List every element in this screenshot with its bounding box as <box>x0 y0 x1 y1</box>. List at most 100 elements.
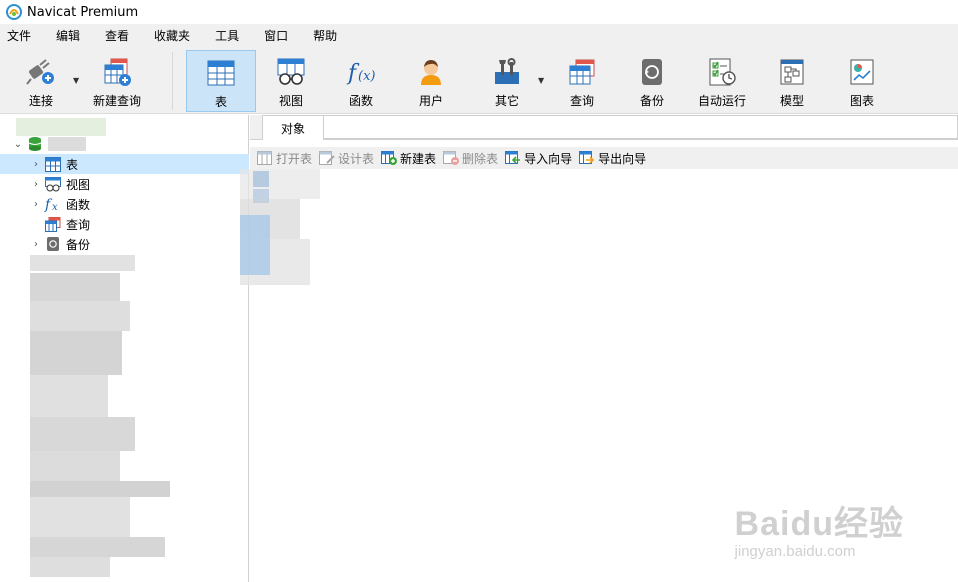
query-icon <box>44 216 62 232</box>
navicat-logo-icon <box>6 4 22 20</box>
tree-database-node[interactable]: ⌄ <box>0 134 249 154</box>
blurred-region <box>30 497 130 537</box>
export-wizard-label: 导出向导 <box>598 151 647 166</box>
tree-label-functions: 函数 <box>66 197 91 212</box>
delete-table-button[interactable]: 删除表 <box>443 150 498 167</box>
database-icon <box>26 136 44 152</box>
blurred-region <box>240 215 270 275</box>
design-table-button[interactable]: 设计表 <box>319 150 374 167</box>
user-icon <box>416 56 446 88</box>
chevron-down-icon[interactable]: ⌄ <box>12 139 24 150</box>
tree-item-backups[interactable]: › 备份 <box>0 234 249 254</box>
user-button[interactable]: 用户 <box>402 50 460 112</box>
new-table-label: 新建表 <box>400 151 437 166</box>
schedule-icon <box>707 56 737 88</box>
navigation-pane: ⌄ › 表 › 视图 › f x 函数 查询 › 备份 <box>0 115 249 582</box>
menu-help[interactable]: 帮助 <box>306 24 344 48</box>
toolbar-label-chart: 图表 <box>849 94 874 108</box>
tree-item-functions[interactable]: › f x 函数 <box>0 194 249 214</box>
chevron-right-icon[interactable]: › <box>30 159 42 170</box>
tab-bar: 对象 <box>250 115 958 140</box>
delete-table-label: 删除表 <box>462 151 499 166</box>
view-button[interactable]: 视图 <box>262 50 320 112</box>
toolbar-label-connect: 连接 <box>28 94 53 108</box>
toolbar-label-schedule: 自动运行 <box>697 94 746 108</box>
main-toolbar: 连接 ▼ 新建查询 表 视图 f (x) 函数 用户 其它 ▼ 查询 备份 自动… <box>0 48 958 114</box>
query-icon <box>567 56 597 88</box>
blurred-region <box>30 375 108 417</box>
chevron-right-icon[interactable]: › <box>30 179 42 190</box>
open-table-label: 打开表 <box>276 151 313 166</box>
menu-window[interactable]: 窗口 <box>257 24 295 48</box>
export-wizard-button[interactable]: 导出向导 <box>579 150 646 167</box>
watermark-main: Baidu经验 <box>734 505 904 543</box>
tree-label-tables: 表 <box>66 157 79 172</box>
table-button[interactable]: 表 <box>186 50 256 112</box>
model-icon <box>777 56 807 88</box>
connect-dropdown-icon[interactable]: ▼ <box>73 76 79 85</box>
watermark-sub: jingyan.baidu.com <box>734 543 856 560</box>
toolbar-label-query: 查询 <box>569 94 594 108</box>
toolbar-label-backup: 备份 <box>639 94 664 108</box>
tree-item-tables[interactable]: › 表 <box>0 154 249 174</box>
other-button[interactable]: 其它 <box>478 50 536 112</box>
plug-icon <box>26 56 56 88</box>
blurred-region <box>30 537 165 557</box>
menu-favorites[interactable]: 收藏夹 <box>147 24 197 48</box>
new-table-button[interactable]: 新建表 <box>381 150 436 167</box>
export-icon <box>579 151 595 164</box>
svg-text:(x): (x) <box>358 69 375 84</box>
model-button[interactable]: 模型 <box>763 50 821 112</box>
toolbar-label-table: 表 <box>214 95 227 109</box>
blurred-region <box>30 273 120 301</box>
tree-label-queries: 查询 <box>66 217 91 232</box>
toolbar-label-other: 其它 <box>494 94 519 108</box>
menu-bar: 文件 编辑 查看 收藏夹 工具 窗口 帮助 <box>0 24 958 48</box>
blurred-region <box>30 451 120 481</box>
object-toolbar: 打开表 设计表 新建表 删除表 导入向导 导出向导 <box>250 147 958 169</box>
menu-tools[interactable]: 工具 <box>208 24 246 48</box>
toolbar-label-model: 模型 <box>779 94 804 108</box>
view-icon <box>276 56 306 88</box>
toolbar-label-user: 用户 <box>418 94 443 108</box>
menu-file[interactable]: 文件 <box>0 24 38 48</box>
function-icon: f x <box>44 196 62 212</box>
function-button[interactable]: f (x) 函数 <box>332 50 390 112</box>
backup-icon <box>637 56 667 88</box>
menu-edit[interactable]: 编辑 <box>49 24 87 48</box>
tree-item-queries[interactable]: › 查询 <box>0 214 249 234</box>
connect-button[interactable]: 连接 <box>12 50 70 112</box>
blurred-region <box>30 481 170 497</box>
other-dropdown-icon[interactable]: ▼ <box>538 76 544 85</box>
chart-icon <box>847 56 877 88</box>
import-wizard-label: 导入向导 <box>524 151 573 166</box>
blurred-region <box>30 331 122 375</box>
toolbar-label-new-query: 新建查询 <box>92 94 141 108</box>
baidu-watermark: Baidu经验 jingyan.baidu.com <box>735 496 904 560</box>
open-table-button[interactable]: 打开表 <box>257 150 312 167</box>
backup-button[interactable]: 备份 <box>623 50 681 112</box>
svg-text:x: x <box>52 202 58 212</box>
new-query-button[interactable]: 新建查询 <box>88 50 146 112</box>
chart-button[interactable]: 图表 <box>833 50 891 112</box>
schedule-button[interactable]: 自动运行 <box>693 50 751 112</box>
backup-icon <box>44 236 62 252</box>
title-bar: Navicat Premium <box>0 0 958 24</box>
view-icon <box>44 176 62 192</box>
import-wizard-button[interactable]: 导入向导 <box>505 150 572 167</box>
table-icon <box>206 57 236 89</box>
query-button[interactable]: 查询 <box>553 50 611 112</box>
menu-view[interactable]: 查看 <box>98 24 136 48</box>
new-table-icon <box>381 151 398 165</box>
import-icon <box>505 151 521 164</box>
tab-objects[interactable]: 对象 <box>262 115 324 140</box>
chevron-right-icon[interactable]: › <box>30 199 42 210</box>
delete-table-icon <box>443 151 460 165</box>
tree-label-views: 视图 <box>66 177 91 192</box>
chevron-right-icon[interactable]: › <box>30 239 42 250</box>
toolbar-label-function: 函数 <box>348 94 373 108</box>
design-table-label: 设计表 <box>338 151 375 166</box>
open-table-icon <box>257 151 272 165</box>
blurred-database-name <box>48 137 86 151</box>
tree-item-views[interactable]: › 视图 <box>0 174 249 194</box>
